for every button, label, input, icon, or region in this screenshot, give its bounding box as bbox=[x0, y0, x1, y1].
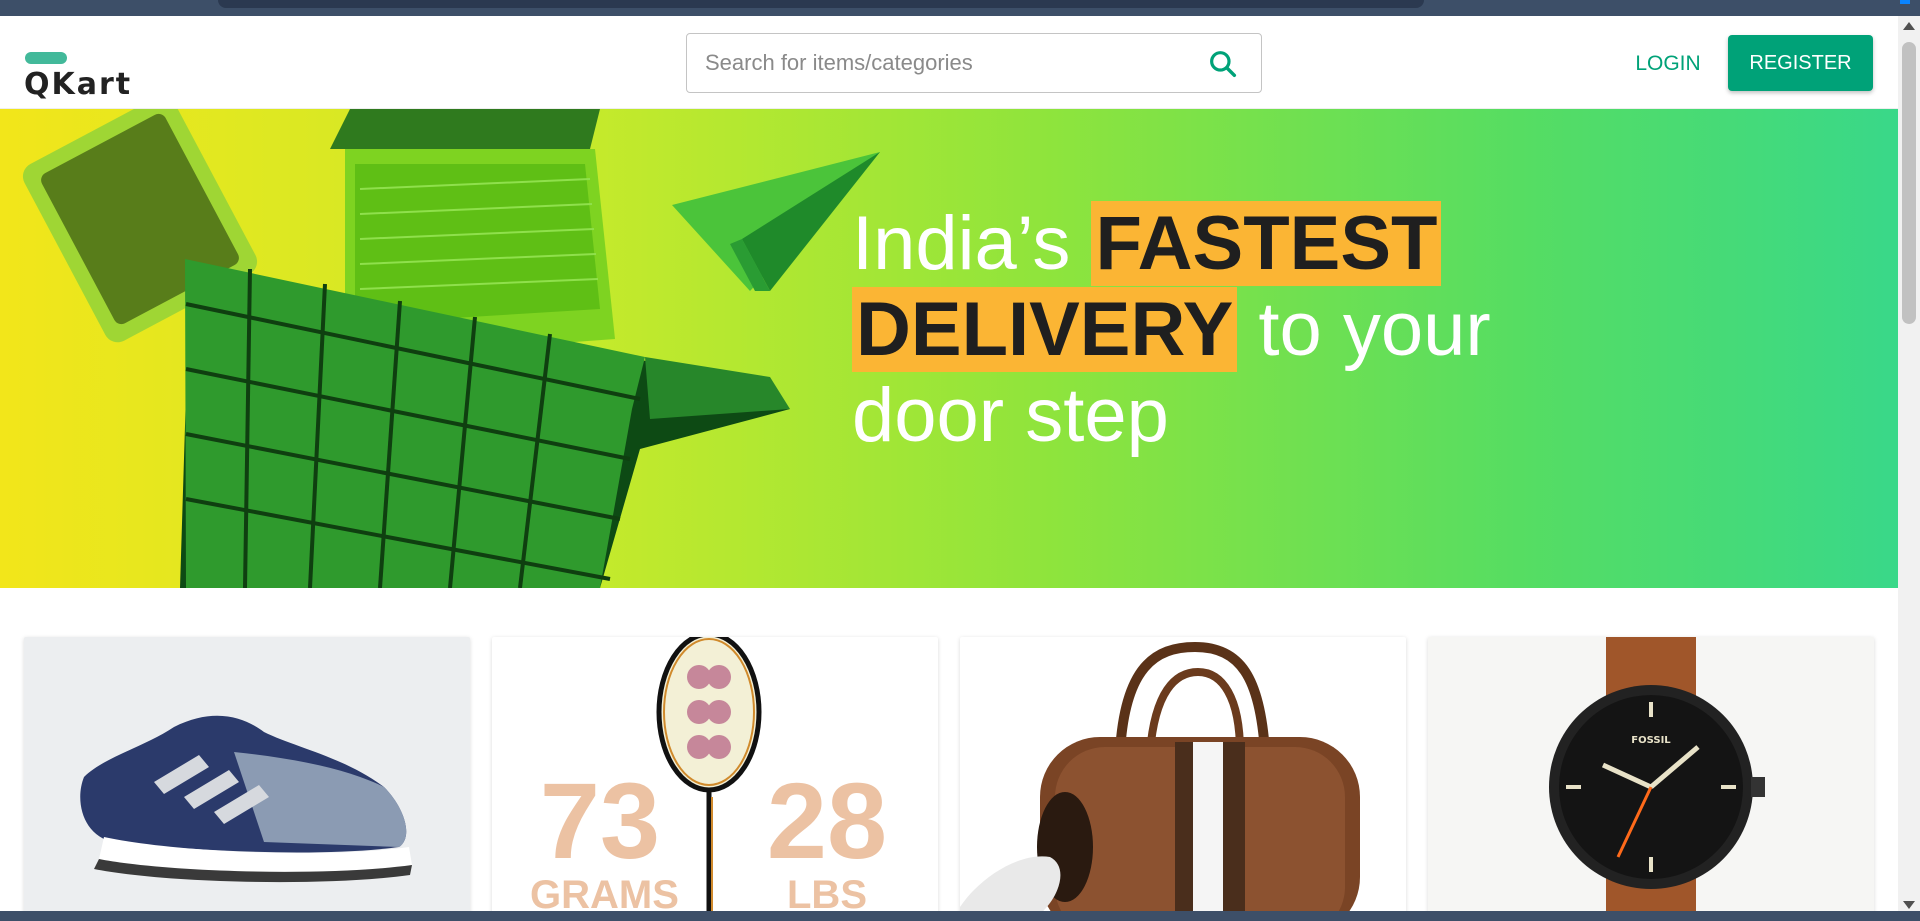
paper-plane-illustration bbox=[672, 152, 880, 291]
hero-highlight-delivery: DELIVERY bbox=[852, 287, 1238, 372]
qkart-logo[interactable]: QKart bbox=[24, 34, 144, 102]
logo-text: QKart bbox=[24, 67, 133, 102]
product-card[interactable]: 73 GRAMS 28 LBS bbox=[492, 637, 938, 921]
product-card[interactable] bbox=[24, 637, 470, 921]
logo-bar bbox=[25, 52, 67, 64]
bottom-strip bbox=[0, 911, 1920, 921]
hero-headline: India’s FASTEST DELIVERY to your door st… bbox=[852, 201, 1652, 459]
register-button[interactable]: REGISTER bbox=[1728, 35, 1873, 91]
racket-weight-unit: GRAMS bbox=[530, 873, 679, 917]
racket-weight-value: 73 bbox=[539, 760, 661, 881]
racket-tension-unit: LBS bbox=[787, 873, 867, 917]
watch-brand-label: FOSSIL bbox=[1631, 735, 1671, 746]
browser-indicator bbox=[1900, 0, 1910, 4]
product-image-watch bbox=[1549, 637, 1765, 921]
scroll-up-arrow-icon[interactable] bbox=[1903, 22, 1915, 30]
product-image-sneaker bbox=[80, 715, 412, 883]
login-button[interactable]: LOGIN bbox=[1620, 46, 1716, 82]
hero-text-1: India’s bbox=[852, 201, 1092, 286]
product-image-duffel-bag bbox=[960, 641, 1360, 921]
browser-tab-strip bbox=[218, 0, 1424, 8]
product-grid: 73 GRAMS 28 LBS FOSSIL bbox=[0, 588, 1898, 921]
scroll-down-arrow-icon[interactable] bbox=[1903, 901, 1915, 909]
racket-tension-value: 28 bbox=[766, 760, 888, 881]
product-card[interactable] bbox=[960, 637, 1406, 921]
site-header: QKart LOGIN REGISTER bbox=[0, 16, 1898, 109]
hero-banner: India’s FASTEST DELIVERY to your door st… bbox=[0, 109, 1898, 588]
hero-highlight-fastest: FASTEST bbox=[1091, 201, 1442, 286]
vertical-scrollbar[interactable] bbox=[1898, 16, 1920, 911]
product-card[interactable]: FOSSIL bbox=[1428, 637, 1874, 921]
browser-top-strip bbox=[0, 0, 1920, 16]
scrollbar-thumb[interactable] bbox=[1902, 42, 1916, 324]
racket-stat-tension: 28 LBS bbox=[757, 760, 897, 917]
search-icon[interactable] bbox=[1207, 48, 1239, 80]
racket-stat-weight: 73 GRAMS bbox=[530, 760, 679, 917]
search-box bbox=[686, 33, 1262, 93]
search-input[interactable] bbox=[705, 46, 1195, 80]
